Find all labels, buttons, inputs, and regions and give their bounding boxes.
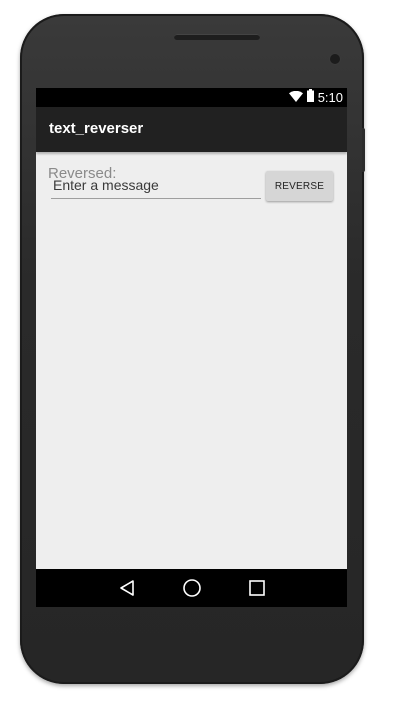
app-title: text_reverser xyxy=(49,120,144,137)
navigation-bar xyxy=(36,569,347,607)
front-camera xyxy=(330,54,340,64)
phone-screen: 5:10 text_reverser Reversed: REVERSE xyxy=(36,88,347,607)
status-clock: 5:10 xyxy=(317,90,343,105)
side-button xyxy=(362,128,365,172)
message-input[interactable] xyxy=(51,174,261,199)
recents-icon[interactable] xyxy=(246,578,268,598)
home-icon[interactable] xyxy=(181,578,203,598)
earpiece-speaker xyxy=(174,34,260,40)
status-icons: 5:10 xyxy=(288,88,343,107)
wifi-icon xyxy=(288,89,303,107)
action-bar: text_reverser xyxy=(36,107,347,152)
reverse-button[interactable]: REVERSE xyxy=(266,171,333,201)
status-bar: 5:10 xyxy=(36,88,347,107)
main-content: Reversed: REVERSE xyxy=(36,152,347,569)
back-icon[interactable] xyxy=(116,578,138,598)
battery-icon xyxy=(306,88,314,107)
